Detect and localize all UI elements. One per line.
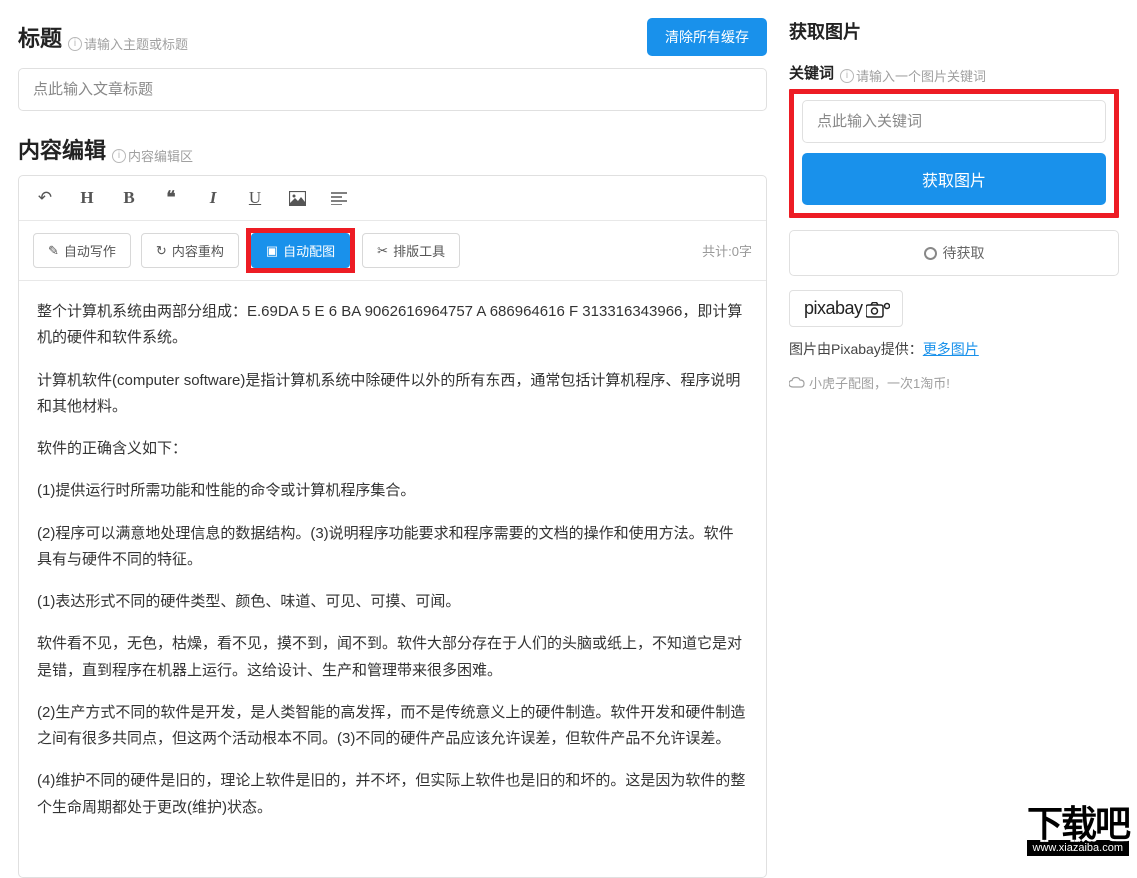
content-paragraph: (2)程序可以满意地处理信息的数据结构。(3)说明程序功能要求和程序需要的文档的… (37, 521, 748, 574)
image-icon[interactable] (287, 191, 307, 206)
clear-cache-button[interactable]: 清除所有缓存 (647, 18, 767, 56)
info-icon: i (112, 149, 126, 163)
refresh-icon: ↻ (156, 243, 167, 259)
more-images-link[interactable]: 更多图片 (923, 341, 979, 357)
status-pending: 待获取 (789, 230, 1119, 276)
picture-icon: ▣ (266, 243, 278, 259)
tool-icon: ✂ (377, 243, 388, 259)
pixabay-badge: pixabay (789, 290, 903, 327)
circle-icon (924, 247, 937, 260)
info-icon: i (840, 69, 854, 83)
heading-icon[interactable]: H (77, 188, 97, 208)
content-label: 内容编辑 (18, 133, 106, 165)
content-paragraph: 整个计算机系统由两部分组成：E.69DA 5 E 6 BA 9062616964… (37, 299, 748, 352)
action-toolbar: ✎ 自动写作 ↻ 内容重构 ▣ 自动配图 ✂ 排版工具 共计:0字 (19, 221, 766, 281)
content-paragraph: 软件的正确含义如下： (37, 436, 748, 462)
format-toolbar: ↶ H B ❝ I U (19, 176, 766, 221)
title-label: 标题 (18, 21, 62, 53)
info-icon: i (68, 37, 82, 51)
quote-icon[interactable]: ❝ (161, 188, 181, 208)
content-paragraph: 软件看不见，无色，枯燥，看不见，摸不到，闻不到。软件大部分存在于人们的头脑或纸上… (37, 631, 748, 684)
content-paragraph: 计算机软件(computer software)是指计算机系统中除硬件以外的所有… (37, 368, 748, 421)
editor: ↶ H B ❝ I U ✎ 自动写作 ↻ (18, 175, 767, 878)
undo-icon[interactable]: ↶ (35, 188, 55, 208)
content-paragraph: (2)生产方式不同的软件是开发，是人类智能的高发挥，而不是传统意义上的硬件制造。… (37, 700, 748, 753)
title-hint: i 请输入主题或标题 (68, 34, 188, 53)
highlight-auto-image: ▣ 自动配图 (249, 231, 352, 270)
pencil-icon: ✎ (48, 243, 59, 259)
fetch-image-title: 获取图片 (789, 18, 1119, 44)
auto-write-button[interactable]: ✎ 自动写作 (33, 233, 131, 268)
cloud-icon (789, 377, 805, 388)
watermark: 下载吧 www.xiazaiba.com (1027, 807, 1129, 856)
keyword-hint: i 请输入一个图片关键词 (840, 66, 986, 85)
camera-icon (866, 302, 888, 316)
tip-text: 小虎子配图，一次1淘币! (789, 373, 1119, 392)
highlight-keyword-area: 获取图片 (789, 89, 1119, 218)
italic-icon[interactable]: I (203, 188, 223, 208)
editor-content[interactable]: 整个计算机系统由两部分组成：E.69DA 5 E 6 BA 9062616964… (19, 281, 766, 877)
align-icon[interactable] (329, 192, 349, 205)
content-paragraph: (1)提供运行时所需功能和性能的命令或计算机程序集合。 (37, 478, 748, 504)
content-paragraph: (1)表达形式不同的硬件类型、颜色、味道、可见、可摸、可闻。 (37, 589, 748, 615)
content-paragraph: (4)维护不同的硬件是旧的，理论上软件是旧的，并不坏，但实际上软件也是旧的和坏的… (37, 768, 748, 821)
bold-icon[interactable]: B (119, 188, 139, 208)
auto-image-button[interactable]: ▣ 自动配图 (251, 233, 350, 268)
provider-text: 图片由Pixabay提供：更多图片 (789, 339, 1119, 359)
word-count: 共计:0字 (702, 241, 752, 260)
layout-tool-button[interactable]: ✂ 排版工具 (362, 233, 460, 268)
keyword-label: 关键词 (789, 62, 834, 83)
keyword-input[interactable] (802, 100, 1106, 143)
fetch-image-button[interactable]: 获取图片 (802, 153, 1106, 205)
title-input[interactable] (18, 68, 767, 111)
underline-icon[interactable]: U (245, 188, 265, 208)
restructure-button[interactable]: ↻ 内容重构 (141, 233, 239, 268)
content-section-header: 内容编辑 i 内容编辑区 (18, 133, 767, 165)
title-section-header: 标题 i 请输入主题或标题 清除所有缓存 (18, 18, 767, 56)
content-hint: i 内容编辑区 (112, 146, 193, 165)
